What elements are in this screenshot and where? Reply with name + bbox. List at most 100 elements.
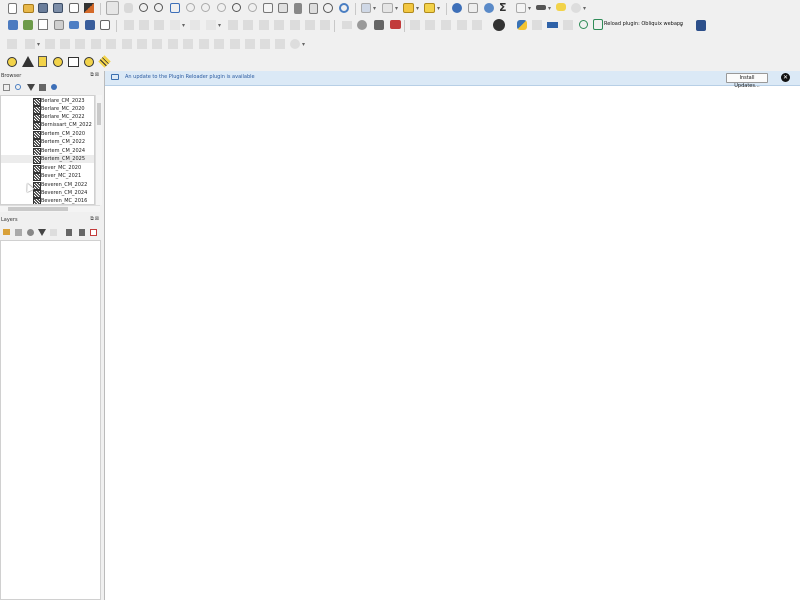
delete-ring-icon[interactable] [137, 39, 147, 49]
new-map-view-icon[interactable] [263, 3, 273, 13]
install-updates-button[interactable]: Install Updates... [726, 73, 768, 89]
processing-toolbox-icon[interactable] [484, 3, 494, 13]
browser-item[interactable]: Beveren_MC_2016 [1, 197, 94, 204]
browser-item[interactable]: Bever_MC_2021 [1, 172, 94, 181]
refresh-icon[interactable] [339, 3, 349, 13]
current-edits-icon[interactable] [124, 20, 134, 30]
split-features-icon[interactable] [230, 39, 240, 49]
zoom-full-icon[interactable] [170, 3, 180, 13]
vertex-tool-icon[interactable] [190, 20, 200, 30]
new-bookmark-icon[interactable] [294, 3, 302, 14]
plugin-tool-b-icon[interactable] [547, 22, 558, 28]
label-move-icon[interactable] [374, 20, 384, 30]
new-3d-map-view-icon[interactable] [278, 3, 288, 13]
enable-properties-icon[interactable] [51, 84, 57, 90]
save-edits-icon[interactable] [154, 20, 164, 30]
save-project-icon[interactable] [38, 3, 48, 13]
scrollbar-thumb[interactable] [97, 103, 101, 125]
browser-tree[interactable]: Berlare_CM_2023 Berlare_MC_2020 Berlare_… [0, 95, 95, 205]
browser-item[interactable]: Bertem_CM_2024 [1, 147, 94, 156]
reload-plugin-button[interactable]: Reload plugin: Obliquix webapp [604, 21, 683, 27]
add-vector-layer-icon[interactable] [23, 20, 33, 30]
save-as-icon[interactable] [53, 3, 63, 13]
browser-item[interactable]: Bertem_CM_2020 [1, 130, 94, 139]
scrollbar-thumb[interactable] [8, 207, 68, 211]
add-group-icon[interactable] [15, 229, 22, 236]
diagram-edit-icon[interactable] [472, 20, 482, 30]
browser-item[interactable]: Beveren_CM_2024 [1, 189, 94, 198]
shape-tool-icon[interactable] [25, 39, 35, 49]
merge-attributes-icon[interactable] [275, 39, 285, 49]
browser-item[interactable]: Bertem_CM_2022 [1, 138, 94, 147]
label-pin-icon[interactable] [357, 20, 367, 30]
toggle-editing-icon[interactable] [139, 20, 149, 30]
vertex-tool-dropdown-icon[interactable] [206, 20, 216, 30]
print-layout-icon[interactable] [69, 3, 79, 13]
add-virtual-layer-icon[interactable] [100, 20, 110, 30]
data-source-manager-icon[interactable] [8, 20, 18, 30]
browser-dock-buttons[interactable]: ⧉⊠ [90, 72, 100, 78]
diagram-show-icon[interactable] [457, 20, 467, 30]
offset-curve-icon[interactable] [183, 39, 193, 49]
fill-ring-icon[interactable] [122, 39, 132, 49]
zoom-plugin-icon[interactable] [7, 57, 17, 67]
filter-browser-icon[interactable] [27, 84, 35, 91]
decorations-icon[interactable] [571, 3, 581, 13]
style-layer-icon[interactable] [3, 229, 10, 235]
map-tips-icon[interactable] [556, 3, 566, 11]
add-raster-layer-icon[interactable] [85, 20, 95, 30]
redo-2-icon[interactable] [320, 20, 330, 30]
help-icon[interactable] [696, 20, 706, 31]
filter-legend-icon[interactable] [38, 229, 46, 236]
reload-plugin-icon[interactable] [593, 19, 603, 30]
identify-features-icon[interactable] [452, 3, 462, 13]
diagram-move-icon[interactable] [441, 20, 451, 30]
image-plugin-icon[interactable] [68, 57, 79, 67]
pan-to-selection-icon[interactable] [124, 3, 133, 13]
label-rotate-icon[interactable] [390, 20, 401, 29]
geometry-checker-icon[interactable] [493, 19, 505, 31]
map-canvas[interactable]: An update to the Plugin Reloader plugin … [104, 71, 800, 600]
identify-layers-icon[interactable] [361, 3, 371, 13]
magnifier-plugin-icon[interactable] [84, 57, 94, 67]
add-geopackage-icon[interactable] [54, 20, 64, 30]
sigma-icon[interactable]: Σ [499, 1, 507, 14]
python-console-icon[interactable] [517, 20, 527, 30]
browser-item-selected[interactable]: Bertem_CM_2025 [1, 155, 94, 164]
add-ring-icon[interactable] [91, 39, 101, 49]
zoom-last-icon[interactable] [232, 3, 241, 12]
delete-selected-icon[interactable] [228, 20, 238, 30]
open-project-icon[interactable] [23, 4, 34, 13]
select-features-icon[interactable] [382, 3, 393, 13]
measure-line-icon[interactable] [516, 3, 526, 13]
undo-icon[interactable] [290, 20, 300, 30]
simplify-feature-icon[interactable] [75, 39, 85, 49]
reshape-icon[interactable] [168, 39, 178, 49]
cut-features-icon[interactable] [243, 20, 253, 30]
copy-features-icon[interactable] [259, 20, 269, 30]
label-tool-icon[interactable] [342, 21, 352, 29]
new-project-icon[interactable] [8, 3, 17, 14]
layers-tree[interactable] [0, 240, 101, 600]
split-parts-icon[interactable] [245, 39, 255, 49]
browser-item[interactable]: Bever_MC_2020 [1, 164, 94, 173]
browser-item[interactable]: Beveren_CM_2022 [1, 181, 94, 190]
digitize-icon[interactable] [170, 20, 180, 30]
style-manager-icon[interactable] [84, 3, 94, 13]
collapse-all-icon[interactable] [39, 84, 46, 91]
browser-item[interactable]: Berlare_MC_2022 [1, 113, 94, 122]
select-by-value-icon[interactable] [424, 3, 435, 13]
add-delimited-text-icon[interactable] [38, 19, 48, 30]
zoom-in-icon[interactable] [139, 3, 148, 12]
deselect-features-icon[interactable] [403, 3, 414, 13]
reload-plugin-dropdown-icon[interactable]: ▾ [680, 22, 683, 29]
layers-plugin-icon[interactable] [98, 55, 111, 68]
browser-item[interactable]: Berlare_MC_2020 [1, 105, 94, 114]
temporal-controller-icon[interactable] [323, 3, 333, 13]
reverse-line-icon[interactable] [199, 39, 209, 49]
close-message-icon[interactable]: ✕ [781, 73, 790, 82]
rotate-point-symbols-icon[interactable] [290, 39, 300, 49]
move-feature-icon[interactable] [45, 39, 55, 49]
manage-map-themes-icon[interactable] [27, 229, 34, 236]
label-show-hide-icon[interactable] [425, 20, 435, 30]
